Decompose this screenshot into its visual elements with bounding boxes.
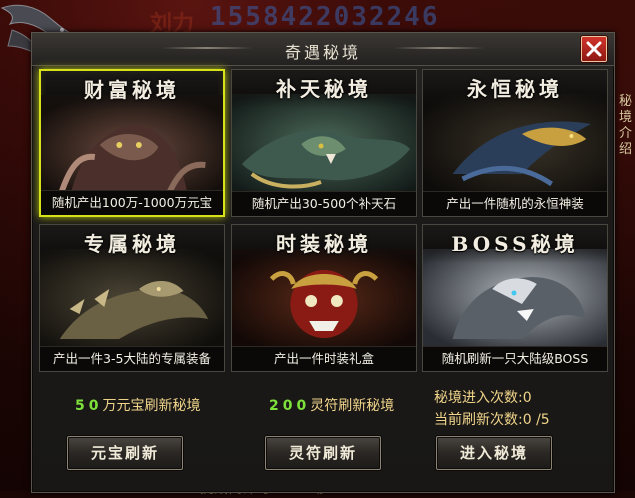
card-boss-realm[interactable]: BOSS秘境 随机刷新一只大陆级BOSS — [422, 224, 608, 372]
yuanbao-refresh-button[interactable]: 元宝刷新 — [67, 436, 183, 470]
card-wealth-realm[interactable]: 财富秘境 随机产出100万-1000万元宝 — [39, 69, 225, 217]
background-score-digits: 1558422032246 — [210, 2, 440, 32]
card-title: 财富秘境 — [41, 71, 223, 109]
card-title: 时装秘境 — [232, 225, 416, 263]
card-caption: 产出一件3-5大陆的专属装备 — [40, 346, 224, 371]
dialog-title-bar: 奇遇秘境 — [32, 33, 614, 66]
card-caption: 随机产出100万-1000万元宝 — [41, 190, 223, 215]
exclusive-dragon-image — [40, 249, 224, 349]
yuanbao-refresh-text: 万元宝刷新秘境 — [102, 398, 201, 414]
close-icon — [586, 41, 602, 57]
enter-count-stat: 秘境进入次数:0 — [434, 387, 532, 407]
wealth-beast-image — [41, 95, 223, 195]
card-exclusive-realm[interactable]: 专属秘境 产出一件3-5大陆的专属装备 — [39, 224, 225, 372]
side-intro-text: 秘境介绍 — [619, 94, 633, 157]
card-title: 永恒秘境 — [423, 70, 607, 108]
close-button[interactable] — [581, 36, 607, 62]
adventure-dialog: 奇遇秘境 财富秘境 随机产出100万-1000万元宝 补天秘境 随机产出30-5… — [31, 32, 615, 493]
butian-beast-image — [232, 94, 416, 194]
card-eternal-realm[interactable]: 永恒秘境 产出一件随机的永恒神装 — [422, 69, 608, 217]
eternal-bird-image — [423, 94, 607, 194]
card-caption: 随机产出30-500个补天石 — [232, 191, 416, 216]
enter-count-label: 秘境进入次数: — [434, 390, 523, 406]
card-caption: 产出一件时装礼盒 — [232, 346, 416, 371]
lingfu-refresh-cost: 200 — [269, 398, 311, 414]
card-title: BOSS秘境 — [423, 225, 607, 263]
fashion-mask-image — [232, 249, 416, 349]
enter-count-value: 0 — [522, 390, 532, 406]
refresh-count-value: 0 /5 — [522, 412, 550, 428]
enter-realm-button[interactable]: 进入秘境 — [436, 436, 552, 470]
card-caption: 产出一件随机的永恒神装 — [423, 191, 607, 216]
card-butian-realm[interactable]: 补天秘境 随机产出30-500个补天石 — [231, 69, 417, 217]
lingfu-refresh-text: 灵符刷新秘境 — [310, 398, 395, 414]
boss-wolf-image — [423, 249, 607, 349]
lingfu-refresh-button[interactable]: 灵符刷新 — [265, 436, 381, 470]
yuanbao-refresh-cost: 50 — [75, 398, 103, 414]
refresh-count-label: 当前刷新次数: — [434, 412, 523, 428]
card-fashion-realm[interactable]: 时装秘境 产出一件时装礼盒 — [231, 224, 417, 372]
lingfu-refresh-info: 200灵符刷新秘境 — [269, 395, 394, 415]
dialog-title: 奇遇秘境 — [284, 43, 361, 62]
yuanbao-refresh-info: 50万元宝刷新秘境 — [75, 395, 200, 415]
refresh-count-stat: 当前刷新次数:0 /5 — [434, 409, 550, 429]
card-caption: 随机刷新一只大陆级BOSS — [423, 346, 607, 371]
card-title: 补天秘境 — [232, 70, 416, 108]
card-title: 专属秘境 — [40, 225, 224, 263]
